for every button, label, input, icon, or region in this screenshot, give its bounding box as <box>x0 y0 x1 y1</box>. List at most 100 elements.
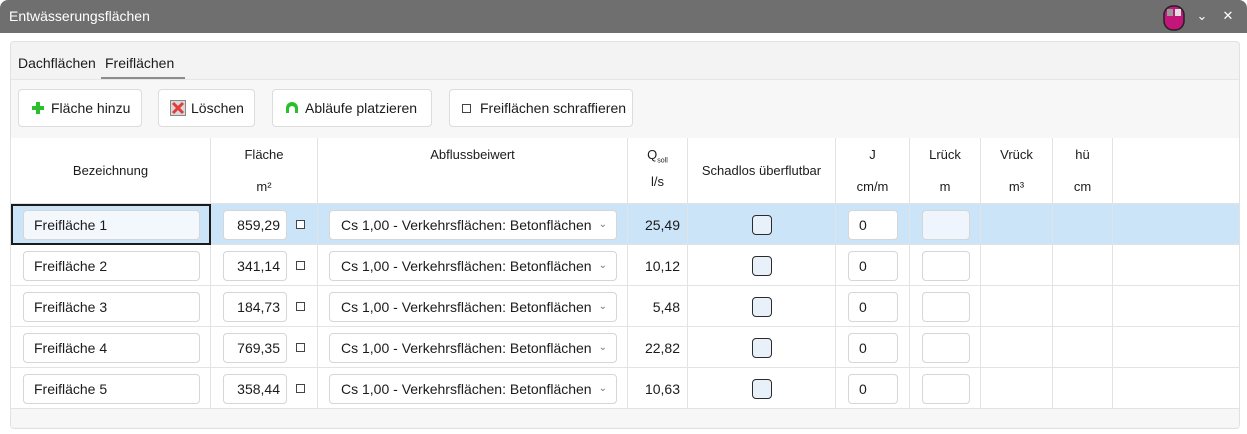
header-j[interactable]: J cm/m <box>836 138 910 204</box>
hatch-checkbox[interactable] <box>462 104 471 113</box>
header-lrueck-label: Lrück <box>929 147 961 162</box>
floodable-checkbox[interactable] <box>752 256 772 276</box>
floodable-checkbox[interactable] <box>752 215 772 235</box>
plus-icon <box>32 102 44 114</box>
header-flaeche-label: Fläche <box>244 147 284 162</box>
column-divider <box>210 138 211 408</box>
j-input[interactable]: 0 <box>848 251 898 281</box>
header-vrueck-unit: m³ <box>1008 179 1025 194</box>
header-j-unit: cm/m <box>856 179 889 194</box>
area-size-input[interactable]: 184,73 <box>223 292 287 322</box>
delete-label: Löschen <box>191 100 244 116</box>
chevron-down-icon: ⌄ <box>598 383 607 394</box>
qsoll-value: 10,63 <box>644 381 680 397</box>
area-size-checkbox[interactable] <box>296 220 305 229</box>
area-name-input[interactable]: Freifläche 3 <box>23 292 200 322</box>
column-divider <box>1112 138 1113 408</box>
header-schadlos[interactable]: Schadlos überflutbar <box>688 138 836 204</box>
area-size-checkbox[interactable] <box>296 261 305 270</box>
tab-dachflaechen[interactable]: Dachflächen <box>14 50 100 77</box>
header-schadlos-label: Schadlos überflutbar <box>701 163 822 178</box>
column-divider <box>687 138 688 408</box>
header-vrueck-label: Vrück <box>1000 147 1033 162</box>
runoff-coefficient-value: Cs 1,00 - Verkehrsflächen: Betonflächen <box>341 299 592 315</box>
qsoll-value: 10,12 <box>644 258 680 274</box>
area-name-input[interactable]: Freifläche 2 <box>23 251 200 281</box>
column-divider <box>835 138 836 408</box>
chevron-down-icon[interactable]: ⌄ <box>1194 8 1210 24</box>
j-input[interactable]: 0 <box>848 210 898 240</box>
chevron-down-icon: ⌄ <box>598 219 607 230</box>
hatch-areas-label: Freiflächen schraffieren <box>480 100 627 116</box>
header-abfluss-label: Abflussbeiwert <box>430 147 515 162</box>
mouse-app-icon[interactable] <box>1163 5 1185 31</box>
floodable-checkbox[interactable] <box>752 338 772 358</box>
header-bezeichnung-label: Bezeichnung <box>72 163 149 178</box>
column-divider <box>627 138 628 408</box>
header-flaeche[interactable]: Fläche m² <box>211 138 318 204</box>
runoff-coefficient-select[interactable]: Cs 1,00 - Verkehrsflächen: Betonflächen ⌄ <box>329 292 617 322</box>
area-size-input[interactable]: 341,14 <box>223 251 287 281</box>
runoff-coefficient-select[interactable]: Cs 1,00 - Verkehrsflächen: Betonflächen ⌄ <box>329 333 617 363</box>
area-size-checkbox[interactable] <box>296 384 305 393</box>
cell-focus-outline <box>11 204 211 245</box>
header-vrueck[interactable]: Vrück m³ <box>981 138 1053 204</box>
column-divider <box>980 138 981 408</box>
area-size-input[interactable]: 769,35 <box>223 333 287 363</box>
window-titlebar: Entwässerungsflächen ⌄ ✕ <box>0 0 1247 33</box>
j-input[interactable]: 0 <box>848 292 898 322</box>
place-drains-button[interactable]: Abläufe platzieren <box>272 89 432 127</box>
area-size-input[interactable]: 358,44 <box>223 374 287 404</box>
place-drains-label: Abläufe platzieren <box>305 100 418 116</box>
header-j-label: J <box>869 147 876 162</box>
header-qsoll[interactable]: Qsoll l/s <box>628 138 688 204</box>
lrueck-input[interactable] <box>922 374 970 404</box>
runoff-coefficient-value: Cs 1,00 - Verkehrsflächen: Betonflächen <box>341 258 592 274</box>
floodable-checkbox[interactable] <box>752 297 772 317</box>
chevron-down-icon: ⌄ <box>598 260 607 271</box>
lrueck-input[interactable] <box>922 251 970 281</box>
grid-footer <box>11 408 1239 427</box>
lrueck-input[interactable] <box>922 333 970 363</box>
drain-icon <box>286 102 298 113</box>
header-qsoll-unit: l/s <box>651 174 664 189</box>
close-icon[interactable]: ✕ <box>1220 8 1236 24</box>
runoff-coefficient-select[interactable]: Cs 1,00 - Verkehrsflächen: Betonflächen ⌄ <box>329 374 617 404</box>
add-area-label: Fläche hinzu <box>51 100 131 116</box>
runoff-coefficient-value: Cs 1,00 - Verkehrsflächen: Betonflächen <box>341 381 592 397</box>
qsoll-value: 5,48 <box>652 299 680 315</box>
area-size-input[interactable]: 859,29 <box>223 210 287 240</box>
header-lrueck[interactable]: Lrück m <box>910 138 981 204</box>
add-area-button[interactable]: Fläche hinzu <box>18 89 142 127</box>
column-divider <box>1052 138 1053 408</box>
header-bezeichnung[interactable]: Bezeichnung <box>11 138 211 204</box>
j-input[interactable]: 0 <box>848 333 898 363</box>
area-size-checkbox[interactable] <box>296 302 305 311</box>
floodable-checkbox[interactable] <box>752 379 772 399</box>
runoff-coefficient-value: Cs 1,00 - Verkehrsflächen: Betonflächen <box>341 217 592 233</box>
header-flaeche-unit: m² <box>256 179 272 194</box>
header-lrueck-unit: m <box>939 179 951 194</box>
column-divider <box>317 138 318 408</box>
area-name-input[interactable]: Freifläche 4 <box>23 333 200 363</box>
lrueck-input[interactable] <box>922 210 970 240</box>
hatch-areas-button[interactable]: Freiflächen schraffieren <box>449 89 633 127</box>
column-divider <box>909 138 910 408</box>
delete-button[interactable]: Löschen <box>158 89 255 127</box>
header-abflussbeiwert[interactable]: Abflussbeiwert <box>318 138 628 204</box>
area-size-checkbox[interactable] <box>296 343 305 352</box>
chevron-down-icon: ⌄ <box>598 301 607 312</box>
tab-freiflaechen[interactable]: Freiflächen <box>101 50 185 79</box>
runoff-coefficient-select[interactable]: Cs 1,00 - Verkehrsflächen: Betonflächen ⌄ <box>329 210 617 240</box>
j-input[interactable]: 0 <box>848 374 898 404</box>
header-hue-unit: cm <box>1073 179 1092 194</box>
area-name-input[interactable]: Freifläche 5 <box>23 374 200 404</box>
header-hue-label: hü <box>1075 147 1090 162</box>
lrueck-input[interactable] <box>922 292 970 322</box>
delete-icon <box>170 100 186 116</box>
header-hue[interactable]: hü cm <box>1053 138 1113 204</box>
runoff-coefficient-value: Cs 1,00 - Verkehrsflächen: Betonflächen <box>341 340 592 356</box>
runoff-coefficient-select[interactable]: Cs 1,00 - Verkehrsflächen: Betonflächen ⌄ <box>329 251 617 281</box>
header-qsoll-label: Qsoll <box>647 147 668 165</box>
window-title: Entwässerungsflächen <box>9 8 150 24</box>
